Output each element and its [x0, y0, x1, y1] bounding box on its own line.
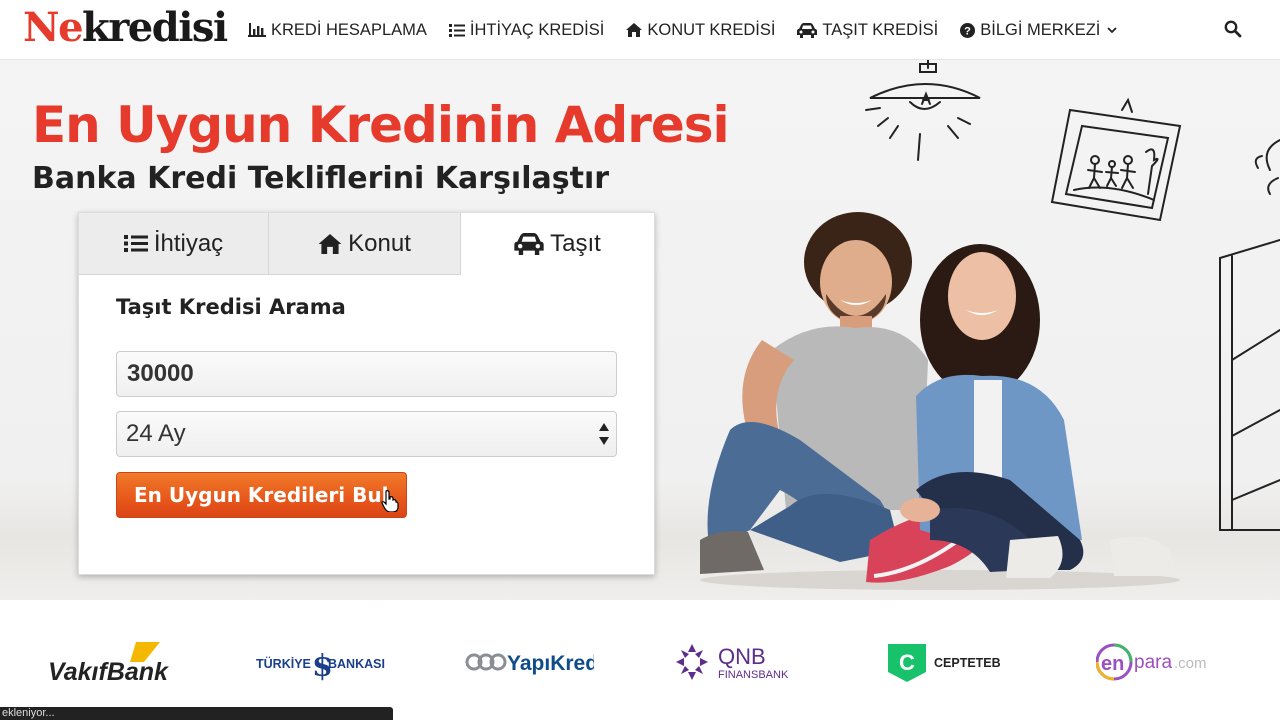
- svg-text:QNB: QNB: [718, 644, 766, 669]
- list-icon: [448, 24, 465, 37]
- nav-bilgi-merkezi[interactable]: ? BİLGİ MERKEZİ: [960, 20, 1118, 40]
- couple-photo: [700, 212, 1180, 590]
- svg-text:BANKASI: BANKASI: [328, 657, 385, 671]
- vakifbank-logo[interactable]: VakıfBank: [48, 638, 176, 686]
- find-loans-button[interactable]: En Uygun Kredileri Bul: [116, 472, 407, 518]
- search-button[interactable]: [1224, 20, 1244, 40]
- cepteteb-logo[interactable]: C CEPTETEB: [886, 638, 1006, 686]
- tab-ihtiyac[interactable]: İhtiyaç: [79, 213, 269, 275]
- nav-label: KONUT KREDİSİ: [647, 20, 776, 39]
- enpara-logo[interactable]: en para .com: [1096, 638, 1216, 686]
- site-header: Nekredisi KREDİ HESAPLAMA İHTİYAÇ KREDİS…: [0, 0, 1280, 60]
- main-nav: KREDİ HESAPLAMA İHTİYAÇ KREDİSİ KONUT KR…: [248, 0, 1139, 60]
- yapikredi-mark-icon: YapıKredi: [465, 652, 594, 675]
- svg-text:.com: .com: [1174, 655, 1207, 672]
- home-icon: [318, 233, 342, 254]
- hero-section: En Uygun Kredinin Adresi Banka Kredi Tek…: [0, 60, 1280, 600]
- car-icon: [514, 233, 544, 255]
- nav-label: BİLGİ MERKEZİ: [980, 20, 1101, 39]
- list-icon: [123, 235, 148, 252]
- isbank-logo[interactable]: TÜRKİYE $ BANKASI: [256, 638, 386, 686]
- nav-tasit-kredisi[interactable]: TAŞIT KREDİSİ: [797, 21, 938, 40]
- site-logo[interactable]: Nekredisi: [23, 4, 228, 52]
- search-icon: [1224, 20, 1242, 38]
- enpara-mark-icon: en para .com: [1096, 643, 1207, 681]
- nav-label: KREDİ HESAPLAMA: [271, 20, 427, 39]
- tab-label: İhtiyaç: [153, 229, 224, 257]
- cepteteb-mark-icon: C CEPTETEB: [888, 644, 1001, 682]
- tab-tasit[interactable]: Taşıt: [461, 213, 654, 275]
- loan-term-select[interactable]: 24 Ay: [116, 411, 617, 457]
- browser-status-bar: ekleniyor...: [0, 707, 393, 720]
- tab-label: Taşıt: [550, 230, 601, 257]
- hand-cursor-icon: [381, 490, 399, 512]
- term-selected-value: 24 Ay: [126, 420, 186, 447]
- qnb-finansbank-logo[interactable]: QNB FINANSBANK: [676, 638, 806, 686]
- form-title: Taşıt Kredisi Arama: [116, 295, 346, 319]
- nav-ihtiyac-kredisi[interactable]: İHTİYAÇ KREDİSİ: [448, 20, 605, 40]
- svg-text:en: en: [1101, 653, 1124, 675]
- nav-konut-kredisi[interactable]: KONUT KREDİSİ: [626, 21, 775, 40]
- bank-logos-strip: VakıfBank TÜRKİYE $ BANKASI YapıKredi QN…: [0, 600, 1280, 720]
- isbank-mark-icon: TÜRKİYE $ BANKASI: [256, 649, 385, 682]
- svg-text:CEPTETEB: CEPTETEB: [934, 656, 1001, 670]
- select-arrows-icon: [599, 423, 609, 445]
- svg-text:para: para: [1134, 652, 1172, 673]
- loan-amount-input[interactable]: [116, 351, 617, 397]
- question-circle-icon: ?: [960, 22, 976, 38]
- yapikredi-logo[interactable]: YapıKredi: [464, 638, 594, 686]
- svg-text:FINANSBANK: FINANSBANK: [718, 669, 789, 681]
- nav-label: TAŞIT KREDİSİ: [822, 20, 939, 39]
- svg-text:TÜRKİYE: TÜRKİYE: [256, 656, 311, 671]
- logo-text-kredisi: kredisi: [82, 4, 228, 51]
- chevron-down-icon: [1107, 26, 1118, 33]
- find-loans-label: En Uygun Kredileri Bul: [134, 483, 389, 507]
- vakifbank-mark-icon: VakıfBank: [48, 642, 169, 684]
- loan-type-tabs: İhtiyaç Konut Taşıt: [79, 213, 654, 275]
- svg-text:YapıKredi: YapıKredi: [507, 652, 594, 675]
- qnb-mark-icon: QNB FINANSBANK: [676, 644, 789, 681]
- vakifbank-text: VakıfBank: [48, 658, 169, 684]
- tab-konut[interactable]: Konut: [269, 213, 461, 275]
- hero-title: En Uygun Kredinin Adresi: [32, 96, 730, 154]
- hero-subtitle: Banka Kredi Tekliflerini Karşılaştır: [32, 161, 610, 196]
- tab-label: Konut: [348, 229, 411, 257]
- bar-chart-icon: [248, 23, 266, 37]
- nav-kredi-hesaplama[interactable]: KREDİ HESAPLAMA: [248, 21, 427, 40]
- car-icon: [797, 22, 818, 38]
- home-icon: [626, 23, 643, 37]
- loan-search-panel: İhtiyaç Konut Taşıt Taşıt Kredisi Arama …: [78, 212, 655, 575]
- logo-text-ne: Ne: [23, 4, 84, 51]
- nav-label: İHTİYAÇ KREDİSİ: [469, 20, 605, 39]
- svg-text:?: ?: [964, 25, 971, 37]
- svg-text:C: C: [899, 650, 915, 675]
